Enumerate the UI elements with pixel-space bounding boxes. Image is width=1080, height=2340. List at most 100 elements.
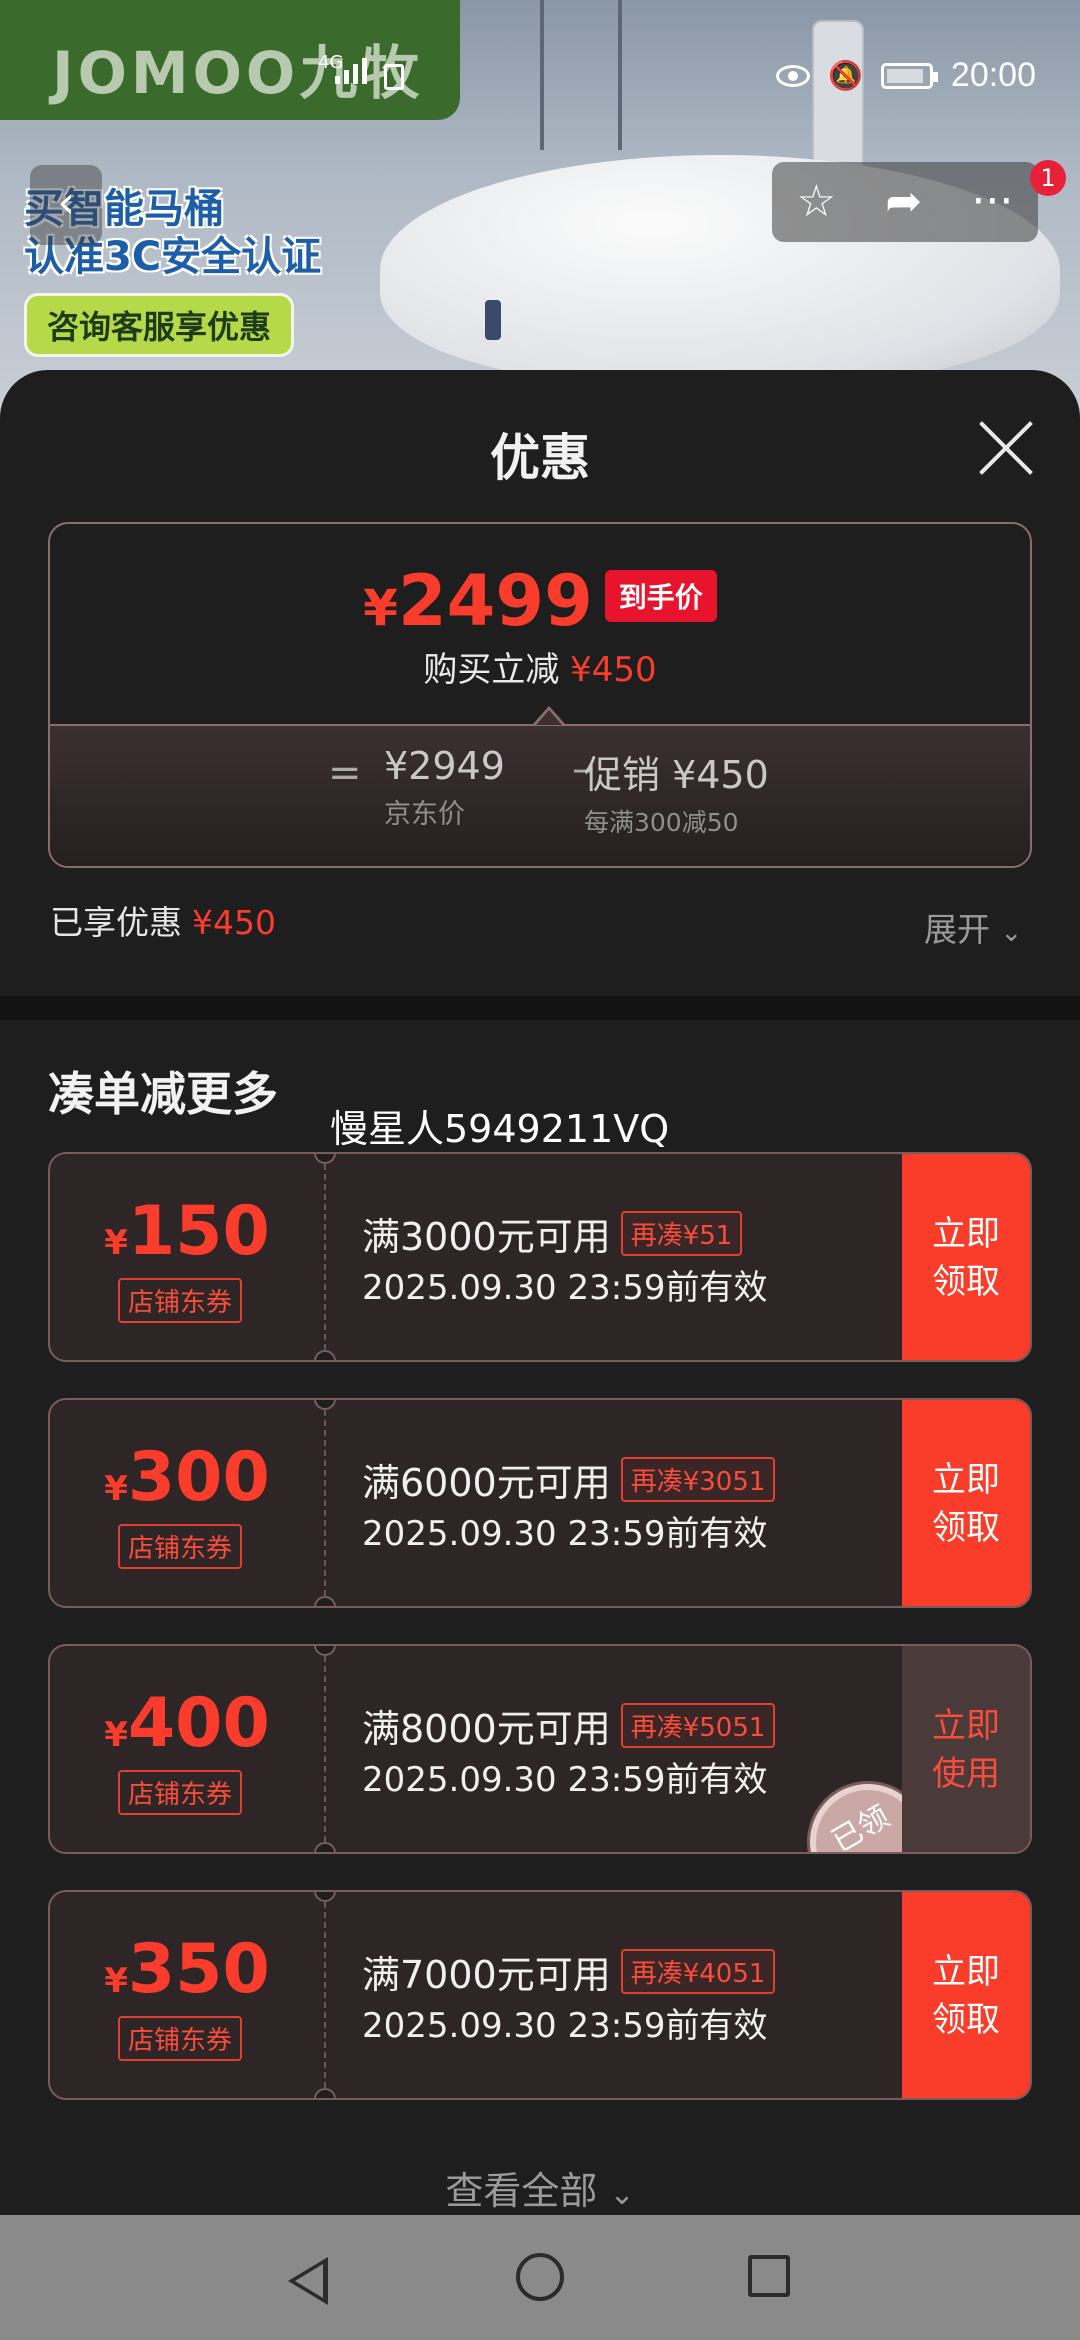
price-formula: = ¥2949 京东价 – 促销 ¥450 每满300减50 — [50, 724, 1030, 866]
top-actions: ☆ ➦ ··· — [772, 162, 1038, 242]
button-line: 领取 — [932, 1508, 1000, 1548]
coupon-currency: ¥ — [104, 1961, 128, 2001]
coupon-condition-text: 满3000元可用 — [362, 1215, 611, 1259]
button-line: 领取 — [932, 2000, 1000, 2040]
claim-coupon-button[interactable]: 立即 领取 — [902, 1154, 1030, 1360]
coupon-perforation — [324, 1646, 326, 1852]
sheet-title: 优惠 — [490, 429, 590, 487]
coupon-card: ¥300 店铺东券 满6000元可用 再凑¥3051 2025.09.30 23:… — [48, 1398, 1032, 1608]
pointer-notch-inner — [536, 710, 562, 725]
battery-icon — [880, 62, 938, 89]
signal-icon — [335, 58, 367, 84]
final-price-tag: 到手价 — [604, 570, 717, 622]
enjoyed-label: 已享优惠 — [50, 903, 182, 942]
coupon-currency: ¥ — [104, 1223, 128, 1263]
coupon-amount: ¥350 — [50, 1930, 324, 2009]
nav-back-icon[interactable] — [288, 2257, 328, 2305]
equals-sign: = — [328, 750, 362, 796]
coupon-validity: 2025.09.30 23:59前有效 — [362, 1514, 768, 1554]
coupon-notch — [314, 1350, 336, 1360]
share-icon[interactable]: ➦ — [885, 162, 922, 242]
status-time: 20:00 — [950, 56, 1036, 94]
coupon-type: 店铺东券 — [118, 2016, 243, 2061]
status-bar: 4G 🔕 20:00 — [0, 0, 1080, 150]
expand-label: 展开 — [924, 910, 990, 949]
coupon-validity: 2025.09.30 23:59前有效 — [362, 1760, 768, 1800]
final-price-value: 2499 — [397, 560, 593, 642]
jd-price-value: ¥2949 — [384, 744, 505, 788]
claim-coupon-button[interactable]: 立即 领取 — [902, 1892, 1030, 2098]
coupon-need-more: 再凑¥5051 — [620, 1703, 776, 1748]
coupon-condition-text: 满8000元可用 — [362, 1707, 611, 1751]
coupon-condition: 满3000元可用 再凑¥51 — [362, 1206, 743, 1261]
button-line: 使用 — [932, 1754, 1000, 1794]
instant-discount-value: ¥450 — [570, 650, 657, 690]
currency-symbol: ¥ — [363, 579, 398, 637]
discount-sheet: 优惠 ¥2499 到手价 购买立减 ¥450 = ¥2949 京东价 – 促销 ¥… — [0, 370, 1080, 2215]
button-line: 立即 — [932, 1214, 1000, 1254]
coupon-type: 店铺东券 — [118, 1524, 243, 1569]
coupon-amount-value: 150 — [127, 1192, 270, 1271]
coupon-amount: ¥400 — [50, 1684, 324, 1763]
coupon-validity: 2025.09.30 23:59前有效 — [362, 1268, 768, 1308]
coupon-notch — [314, 1596, 336, 1606]
final-price: ¥2499 到手价 — [50, 560, 1030, 642]
coupon-condition: 满6000元可用 再凑¥3051 — [362, 1452, 776, 1507]
nav-home-icon[interactable] — [516, 2253, 564, 2301]
close-icon[interactable] — [978, 420, 1034, 476]
coupon-amount-value: 300 — [127, 1438, 270, 1517]
back-button[interactable]: ‹ — [30, 165, 102, 245]
notification-badge: 1 — [1030, 160, 1066, 196]
product-panel — [485, 300, 501, 340]
coupon-need-more: 再凑¥4051 — [620, 1949, 776, 1994]
coupon-need-more: 再凑¥3051 — [620, 1457, 776, 1502]
coupon-notch — [314, 2088, 336, 2098]
chevron-down-icon: ⌄ — [1000, 918, 1023, 948]
view-all-button[interactable]: 查看全部 ⌄ — [0, 2160, 1080, 2215]
view-all-label: 查看全部 — [445, 2169, 598, 2213]
coupon-notch — [314, 1842, 336, 1852]
coupon-perforation — [324, 1154, 326, 1360]
expand-button[interactable]: 展开 ⌄ — [924, 903, 1022, 951]
promo-discount: 促销 ¥450 每满300减50 — [584, 744, 884, 839]
coupon-perforation — [324, 1892, 326, 2098]
coupon-need-more: 再凑¥51 — [620, 1211, 743, 1256]
button-line: 立即 — [932, 1460, 1000, 1500]
claim-coupon-button[interactable]: 立即 领取 — [902, 1400, 1030, 1606]
jd-price-label: 京东价 — [384, 799, 465, 830]
section-divider — [0, 996, 1080, 1020]
promo-consult-button[interactable]: 咨询客服享优惠 — [24, 293, 295, 357]
chevron-down-icon: ⌄ — [609, 2177, 635, 2212]
jd-price: ¥2949 京东价 — [384, 744, 505, 831]
coupon-perforation — [324, 1400, 326, 1606]
section-title: 凑单减更多 — [48, 1067, 278, 1121]
instant-discount-label: 购买立减 — [423, 650, 560, 690]
coupon-currency: ¥ — [104, 1715, 128, 1755]
enjoyed-discount: 已享优惠 ¥450 — [50, 896, 276, 944]
promo-discount-desc: 每满300减50 — [584, 808, 739, 837]
coupon-condition-text: 满7000元可用 — [362, 1953, 611, 1997]
coupon-currency: ¥ — [104, 1469, 128, 1509]
star-icon[interactable]: ☆ — [797, 162, 836, 242]
use-coupon-button[interactable]: 立即 使用 — [902, 1646, 1030, 1852]
coupon-amount: ¥150 — [50, 1192, 324, 1271]
coupon-amount-value: 400 — [127, 1684, 270, 1763]
coupon-condition-text: 满6000元可用 — [362, 1461, 611, 1505]
system-nav-bar — [0, 2215, 1080, 2340]
button-line: 领取 — [932, 1262, 1000, 1302]
button-line: 立即 — [932, 1952, 1000, 1992]
coupon-validity: 2025.09.30 23:59前有效 — [362, 2006, 768, 2046]
user-watermark: 慢星人5949211VQ — [330, 1107, 670, 1151]
price-breakdown-card: ¥2499 到手价 购买立减 ¥450 = ¥2949 京东价 – 促销 ¥450… — [48, 522, 1032, 868]
coupon-card: ¥400 店铺东券 满8000元可用 再凑¥5051 2025.09.30 23:… — [48, 1644, 1032, 1854]
bell-muted-icon: 🔕 — [828, 59, 863, 92]
enjoyed-value: ¥450 — [192, 903, 276, 942]
coupon-card: ¥150 店铺东券 满3000元可用 再凑¥51 2025.09.30 23:59… — [48, 1152, 1032, 1362]
more-icon[interactable]: ··· — [971, 162, 1013, 242]
nav-recents-icon[interactable] — [748, 2255, 790, 2297]
sim-icon — [384, 64, 404, 90]
promo-discount-value: 促销 ¥450 — [584, 753, 769, 797]
instant-discount: 购买立减 ¥450 — [50, 642, 1030, 691]
coupon-amount-value: 350 — [127, 1930, 270, 2009]
coupon-card: ¥350 店铺东券 满7000元可用 再凑¥4051 2025.09.30 23:… — [48, 1890, 1032, 2100]
